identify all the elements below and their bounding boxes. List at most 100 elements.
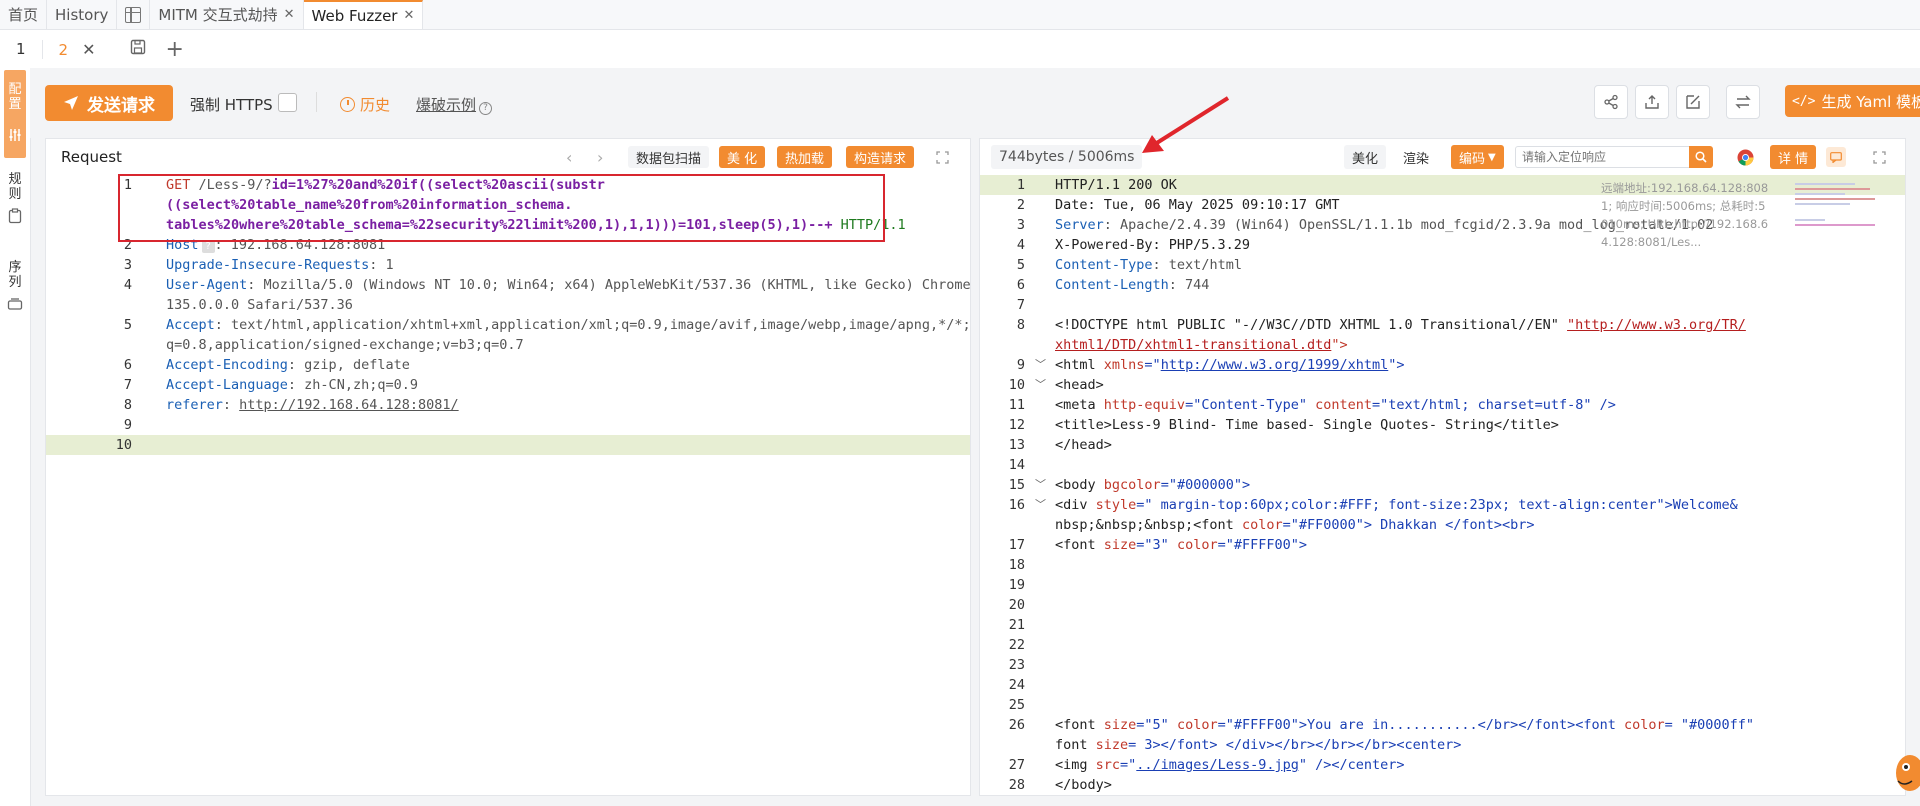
rail-config[interactable]: 配置 — [4, 70, 26, 158]
add-tab-icon[interactable]: + — [166, 37, 184, 62]
export-button[interactable] — [1635, 85, 1669, 119]
line-number: 11 — [1008, 397, 1025, 413]
fullscreen-icon[interactable] — [936, 151, 949, 164]
line-number: 22 — [1008, 637, 1025, 653]
tab-home[interactable]: 首页 — [0, 0, 48, 29]
line-number: 8 — [123, 397, 132, 413]
payload-highlight-box — [118, 174, 885, 242]
line-text: <html xmlns="http://www.w3.org/1999/xhtm… — [1055, 355, 1405, 375]
code-line: 11 <meta http-equiv="Content-Type" conten… — [980, 395, 1905, 415]
comment-button[interactable] — [1826, 147, 1846, 167]
locate-response-input[interactable] — [1515, 146, 1704, 168]
minimap — [1795, 179, 1885, 249]
tab-history-label: History — [55, 5, 109, 24]
force-https-label: 强制 HTTPS — [190, 96, 273, 114]
line-text: referer: http://192.168.64.128:8081/ — [166, 395, 459, 415]
line-number: 26 — [1008, 717, 1025, 733]
beautify-button[interactable]: 美 化 — [719, 146, 766, 168]
line-number: 27 — [1008, 757, 1025, 773]
close-icon[interactable]: ✕ — [284, 7, 295, 22]
tab-web-fuzzer[interactable]: Web Fuzzer ✕ — [303, 0, 424, 29]
html-attr: style — [1095, 497, 1137, 513]
code-line: 27 <img src="../images/Less-9.jpg" /></ce… — [980, 755, 1905, 775]
swap-button[interactable] — [1726, 85, 1760, 119]
line-number: 4 — [123, 277, 132, 293]
send-request-button[interactable]: 发送请求 — [45, 85, 173, 121]
tab-table-tool[interactable] — [117, 0, 151, 29]
code-line: 5 Accept: text/html,application/xhtml+xml… — [46, 315, 970, 335]
sub-tab-1[interactable]: 1 — [0, 40, 42, 58]
header-value: : text/html,application/xhtml+xml,applic… — [214, 317, 970, 333]
html-value: = 3></font> </div></br></br></br><center… — [1128, 737, 1462, 753]
force-https-checkbox[interactable] — [278, 93, 297, 112]
history-button[interactable]: 历史 — [340, 94, 390, 115]
header-key: Accept-Encoding — [166, 357, 288, 373]
response-size-badge: 744bytes / 5006ms — [991, 145, 1143, 169]
encode-dropdown[interactable]: 编码 ▼ — [1451, 145, 1504, 169]
response-beautify-button[interactable]: 美化 — [1344, 145, 1387, 169]
html-tag: <img — [1055, 757, 1096, 773]
header-value: : zh-CN,zh;q=0.9 — [287, 377, 418, 393]
share-icon — [1604, 94, 1618, 110]
html-value: ="#FF0000"> Dhakkan </font><br> — [1282, 517, 1535, 533]
upload-icon — [1645, 95, 1659, 109]
detail-button[interactable]: 详 情 — [1770, 145, 1817, 169]
html-tag: <body — [1055, 477, 1104, 493]
chrome-icon[interactable] — [1737, 149, 1754, 166]
fullscreen-icon[interactable] — [1873, 151, 1886, 164]
line-text: q=0.8,application/signed-exchange;v=b3;q… — [166, 335, 524, 355]
swap-icon — [1735, 95, 1751, 109]
share-button[interactable] — [1594, 85, 1628, 119]
generate-yaml-button[interactable]: </> 生成 Yaml 模板 — [1785, 85, 1920, 117]
close-icon[interactable]: ✕ — [82, 40, 95, 59]
code-line: 10 ﹀ <head> — [980, 375, 1905, 395]
render-button[interactable]: 渲染 — [1395, 145, 1438, 169]
line-number: 3 — [1016, 217, 1025, 233]
rail-rules-label[interactable]: 规则 — [7, 172, 23, 202]
line-number: 15 — [1008, 477, 1025, 493]
dtd-link: xhtml1/DTD/xhtml1-transitional.dtd — [1055, 337, 1332, 353]
code-line: q=0.8,application/signed-exchange;v=b3;q… — [46, 335, 970, 355]
line-text: <!DOCTYPE html PUBLIC "-//W3C//DTD XHTML… — [1055, 315, 1746, 335]
html-tag: <font — [1055, 717, 1104, 733]
blast-example-link[interactable]: 爆破示例? — [416, 94, 493, 115]
html-value: ="#FFFF00">You are in...........</br></f… — [1217, 717, 1624, 733]
code-line: 20 — [980, 595, 1905, 615]
sub-tab-2[interactable]: 2 ✕ — [41, 39, 102, 59]
packet-scan-button[interactable]: 数据包扫描 — [628, 146, 710, 168]
rail-sequence-label[interactable]: 序列 — [7, 260, 23, 290]
chevron-left-icon[interactable]: ‹ — [566, 148, 572, 167]
import-button[interactable] — [1676, 85, 1710, 119]
close-icon[interactable]: ✕ — [403, 8, 414, 23]
header-value: : text/html — [1152, 257, 1242, 273]
header-key: User-Agent — [166, 277, 248, 293]
response-info-overlay: 远端地址:192.168.64.128:8081; 响应时间:5006ms; 总… — [1601, 181, 1769, 249]
line-number: 5 — [123, 317, 132, 333]
tab-history[interactable]: History — [47, 0, 118, 29]
html-attr: size — [1103, 717, 1137, 733]
save-icon[interactable] — [130, 39, 146, 60]
line-text: <div style=" margin-top:60px;color:#FFF;… — [1055, 495, 1738, 515]
fold-icon: ﹀ — [1035, 478, 1046, 491]
search-button[interactable] — [1689, 146, 1713, 168]
hot-load-button[interactable]: 热加载 — [777, 146, 833, 168]
html-value: ="Content-Type" — [1185, 397, 1316, 413]
header-value: : gzip, deflate — [287, 357, 410, 373]
tab-mitm[interactable]: MITM 交互式劫持 ✕ — [150, 0, 304, 29]
build-request-button[interactable]: 构造请求 — [846, 146, 915, 168]
line-number: 13 — [1008, 437, 1025, 453]
html-attr: http-equiv — [1103, 397, 1186, 413]
html-value: =" margin-top:60px;color:#FFF; font-size… — [1136, 497, 1738, 513]
html-tag: </head> — [1055, 437, 1112, 453]
response-editor[interactable]: 1 HTTP/1.1 200 OK 2 Date: Tue, 06 May 2025 … — [980, 175, 1905, 795]
line-number: 24 — [1008, 677, 1025, 693]
header-key: Upgrade-Insecure-Requests — [166, 257, 370, 273]
line-number: 19 — [1008, 577, 1025, 593]
html-tag: <font — [1055, 537, 1104, 553]
code-line: 5 Content-Type: text/html — [980, 255, 1905, 275]
request-editor[interactable]: 1 GET /Less-9/?id=1%27%20and%20if((select… — [46, 175, 970, 795]
line-text: Upgrade-Insecure-Requests: 1 — [166, 255, 394, 275]
chevron-right-icon[interactable]: › — [597, 148, 603, 167]
line-number: 8 — [1016, 317, 1025, 333]
html-value: ="5" — [1136, 717, 1177, 733]
